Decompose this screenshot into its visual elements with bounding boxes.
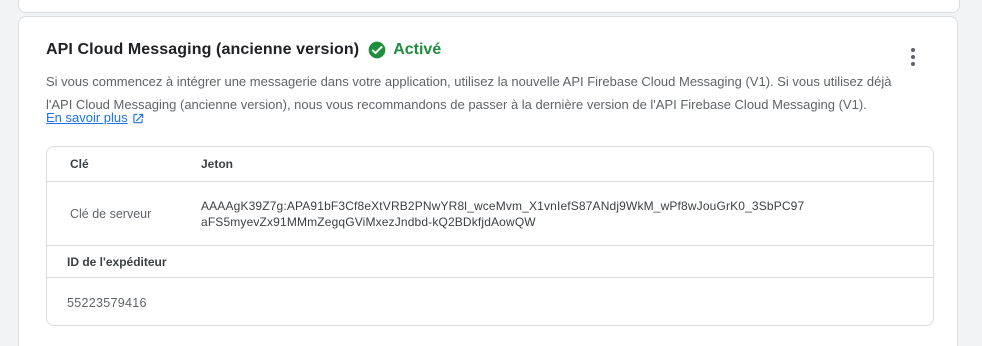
page-background: API Cloud Messaging (ancienne version) A…: [0, 0, 982, 346]
card-description: Si vous commencez à intégrer une message…: [46, 74, 892, 112]
server-key-token-line1: AAAAgK39Z7g:APA91bF3Cf8eXtVRB2PNwYR8l_wc…: [201, 199, 805, 213]
card-title: API Cloud Messaging (ancienne version): [46, 41, 360, 58]
server-key-label: Clé de serveur: [70, 206, 152, 221]
check-circle-icon: [368, 41, 386, 59]
card-header: API Cloud Messaging (ancienne version) A…: [46, 39, 441, 61]
sender-id-row: 55223579416: [47, 278, 933, 325]
server-key-row: Clé de serveur AAAAgK39Z7g:APA91bF3Cf8eX…: [47, 182, 933, 246]
server-key-token-line2: aFS5myevZx91MMmZegqGViMxezJndbd-kQ2BDkfj…: [201, 215, 536, 229]
status-indicator: Activé: [367, 40, 441, 60]
learn-more-link[interactable]: En savoir plus: [46, 110, 145, 125]
credentials-table: Clé Jeton Clé de serveur AAAAgK39Z7g:APA…: [46, 146, 934, 326]
status-text: Activé: [393, 41, 442, 58]
cloud-messaging-card: API Cloud Messaging (ancienne version) A…: [18, 16, 958, 346]
server-key-token: AAAAgK39Z7g:APA91bF3Cf8eXtVRB2PNwYR8l_wc…: [201, 198, 881, 230]
table-header-row: Clé Jeton: [47, 147, 933, 182]
column-header-key: Clé: [70, 157, 89, 171]
column-header-token: Jeton: [201, 157, 234, 171]
sender-id-value: 55223579416: [67, 295, 147, 310]
menu-dot: [911, 48, 915, 52]
learn-more-text[interactable]: En savoir plus: [46, 110, 128, 125]
menu-dot: [911, 62, 915, 66]
open-in-new-icon: [132, 113, 143, 123]
previous-card-edge: [18, 0, 960, 13]
more-vert-icon[interactable]: [901, 45, 925, 69]
sender-id-label: ID de l'expéditeur: [67, 254, 167, 269]
menu-dot: [911, 55, 915, 59]
sender-id-header-row: ID de l'expéditeur: [47, 246, 933, 278]
